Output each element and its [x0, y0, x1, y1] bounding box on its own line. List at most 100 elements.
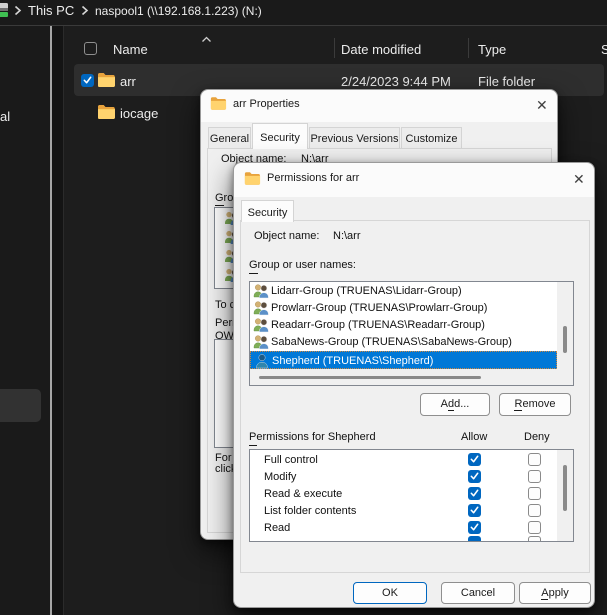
group-list-item-label: Shepherd (TRUENAS\Shepherd)	[272, 356, 433, 367]
permission-row: List folder contents	[251, 503, 557, 520]
allow-checkbox-checked[interactable]	[468, 536, 481, 542]
drive-icon	[0, 3, 8, 21]
tab-general[interactable]: General	[208, 127, 251, 148]
permissions-dialog: Permissions for arr ✕ Security Object na…	[233, 162, 595, 608]
column-header-name[interactable]: Name	[113, 43, 148, 56]
deny-checkbox-unchecked[interactable]	[528, 521, 541, 534]
column-header-type[interactable]: Type	[478, 43, 506, 56]
allow-checkbox-checked[interactable]	[468, 487, 481, 500]
object-name-value: N:\arr	[333, 231, 361, 242]
nav-splitter-line	[63, 26, 64, 615]
scrollbar-thumb[interactable]	[563, 326, 567, 353]
allow-checkbox-checked[interactable]	[468, 470, 481, 483]
file-name[interactable]: iocage	[120, 107, 158, 120]
accesskey-underline	[215, 205, 224, 206]
deny-checkbox-unchecked[interactable]	[528, 536, 541, 542]
folder-icon	[97, 104, 116, 120]
breadcrumb-separator	[0, 25, 607, 26]
permissions-dialog-title: Permissions for arr	[267, 173, 359, 184]
group-list-item-selected[interactable]: Shepherd (TRUENAS\Shepherd)	[250, 351, 557, 369]
nav-item-label-fragment[interactable]: al	[0, 110, 10, 123]
folder-icon	[244, 171, 261, 186]
accesskey-underline	[514, 410, 522, 411]
permission-row-partial	[251, 536, 557, 542]
folder-icon	[210, 96, 227, 111]
sort-ascending-icon	[201, 33, 212, 47]
deny-checkbox-unchecked[interactable]	[528, 470, 541, 483]
allow-checkbox-checked[interactable]	[468, 521, 481, 534]
group-or-user-names-label: Group or user names:	[249, 260, 356, 271]
permission-row: Read	[251, 520, 557, 537]
group-list-item[interactable]: Readarr-Group (TRUENAS\Readarr-Group)	[251, 317, 557, 334]
group-list-item-label: Prowlarr-Group (TRUENAS\Prowlarr-Group)	[271, 303, 487, 314]
deny-column-header: Deny	[524, 432, 550, 443]
select-all-checkbox[interactable]	[84, 42, 97, 55]
permission-row: Full control	[251, 452, 557, 469]
group-list-item[interactable]: Lidarr-Group (TRUENAS\Lidarr-Group)	[251, 283, 557, 300]
file-type: File folder	[478, 75, 535, 88]
horizontal-scrollbar[interactable]	[250, 369, 557, 385]
add-button[interactable]: Add...	[420, 393, 490, 416]
vertical-scrollbar[interactable]	[557, 282, 573, 385]
allow-column-header: Allow	[461, 432, 487, 443]
tab-security[interactable]: Security	[241, 200, 294, 222]
permission-name: Full control	[264, 455, 318, 466]
accesskey-underline	[249, 273, 258, 274]
column-divider[interactable]	[468, 38, 469, 58]
tab-customize[interactable]: Customize	[401, 127, 462, 148]
allow-checkbox-checked[interactable]	[468, 453, 481, 466]
column-header-size[interactable]: S	[601, 43, 607, 56]
permissions-list[interactable]: Full control Modify Read & execute List …	[249, 449, 574, 542]
group-list-item[interactable]: Prowlarr-Group (TRUENAS\Prowlarr-Group)	[251, 300, 557, 317]
object-name-label: Object name:	[254, 231, 319, 242]
accesskey-underline	[541, 599, 548, 600]
user-icon	[254, 353, 270, 369]
breadcrumb-chevron-icon	[13, 5, 22, 16]
allow-checkbox-checked[interactable]	[468, 504, 481, 517]
close-icon[interactable]: ✕	[573, 172, 585, 186]
file-name[interactable]: arr	[120, 75, 136, 88]
scrollbar-thumb[interactable]	[563, 465, 567, 511]
vertical-scrollbar[interactable]	[557, 450, 573, 541]
nav-item-hover[interactable]	[0, 389, 41, 422]
permission-name: Modify	[264, 472, 296, 483]
column-header-date-modified[interactable]: Date modified	[341, 43, 421, 56]
group-list-item-label: Lidarr-Group (TRUENAS\Lidarr-Group)	[271, 286, 462, 297]
apply-button[interactable]: Apply	[519, 582, 591, 604]
permission-name: List folder contents	[264, 506, 356, 517]
permission-row: Modify	[251, 469, 557, 486]
breadcrumb-current-location[interactable]: naspool1 (\\192.168.1.223) (N:)	[95, 5, 262, 17]
group-list-item[interactable]: SabaNews-Group (TRUENAS\SabaNews-Group)	[251, 334, 557, 351]
group-list-item-label: Readarr-Group (TRUENAS\Readarr-Group)	[271, 320, 485, 331]
properties-dialog-title: arr Properties	[233, 99, 300, 110]
group-icon	[253, 334, 269, 350]
breadcrumb-this-pc[interactable]: This PC	[28, 4, 74, 17]
group-icon	[253, 283, 269, 299]
breadcrumb-chevron-icon	[80, 5, 89, 16]
scrollbar-thumb[interactable]	[259, 376, 481, 379]
deny-checkbox-unchecked[interactable]	[528, 504, 541, 517]
tab-previous-versions[interactable]: Previous Versions	[309, 127, 400, 148]
tab-security[interactable]: Security	[252, 123, 308, 149]
permission-name: Read	[264, 523, 290, 534]
permission-name: Read & execute	[264, 489, 342, 500]
deny-checkbox-unchecked[interactable]	[528, 487, 541, 500]
close-icon[interactable]: ✕	[536, 98, 548, 112]
group-list-item-label: SabaNews-Group (TRUENAS\SabaNews-Group)	[271, 337, 512, 348]
column-divider[interactable]	[334, 38, 335, 58]
deny-checkbox-unchecked[interactable]	[528, 453, 541, 466]
ok-button[interactable]: OK	[353, 582, 427, 604]
file-date-modified: 2/24/2023 9:44 PM	[341, 75, 451, 88]
group-icon	[253, 300, 269, 316]
accesskey-underline	[448, 410, 454, 411]
row-checkbox-checked[interactable]	[81, 74, 94, 87]
remove-button[interactable]: Remove	[499, 393, 571, 416]
screen: al This PC naspool1 (\\192.168.1.223) (N…	[0, 0, 607, 615]
permission-row: Read & execute	[251, 486, 557, 503]
group-user-list[interactable]: Lidarr-Group (TRUENAS\Lidarr-Group) Prow…	[249, 281, 574, 386]
cancel-button[interactable]: Cancel	[441, 582, 515, 604]
group-icon	[253, 317, 269, 333]
accesskey-underline	[249, 445, 257, 446]
permissions-for-header: Permissions for Shepherd	[249, 432, 376, 443]
nav-splitter-gap	[52, 26, 63, 615]
